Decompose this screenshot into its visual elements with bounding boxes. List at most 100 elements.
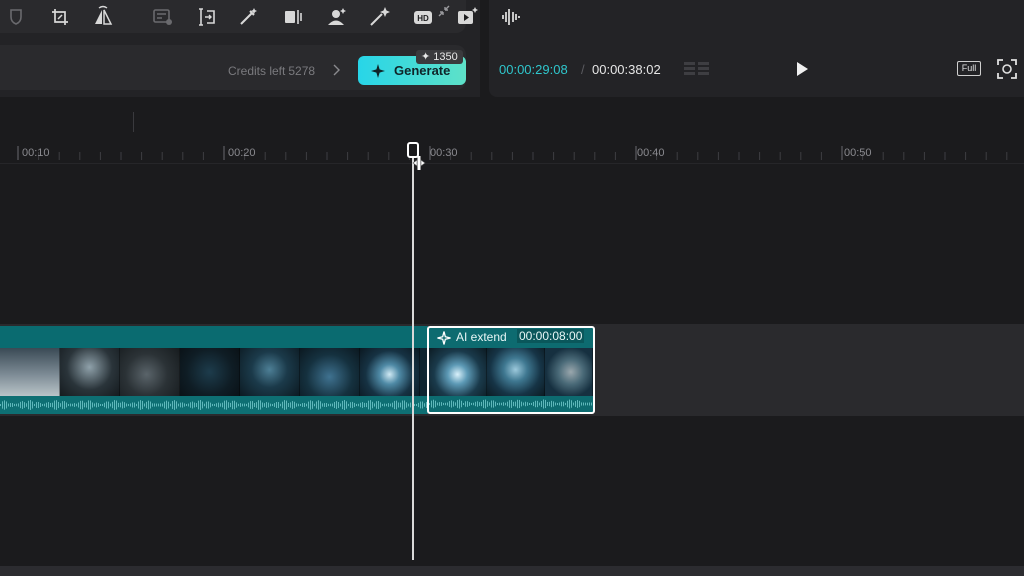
waveform-bar — [178, 403, 179, 407]
crop-icon[interactable] — [48, 5, 72, 29]
waveform-bar — [150, 401, 151, 409]
ai-extend-clip[interactable]: AI extend 00:00:08:00 — [427, 326, 595, 414]
waveform-bar — [422, 401, 423, 409]
video-clip[interactable] — [0, 326, 428, 414]
waveform-bar — [22, 401, 23, 409]
waveform-bar — [551, 400, 552, 408]
waveform-bar — [30, 400, 31, 410]
time-separator: / — [581, 62, 585, 77]
waveform-bar — [40, 403, 41, 407]
waveform-bar — [92, 402, 93, 408]
split-icon[interactable] — [195, 5, 219, 29]
waveform-bar — [356, 403, 357, 407]
waveform-bar — [310, 400, 311, 410]
horizontal-scrollbar[interactable] — [0, 566, 1024, 576]
waveform-bar — [581, 402, 582, 406]
text-replace-icon[interactable] — [151, 5, 175, 29]
waveform-bar — [531, 402, 532, 406]
waveform-bar — [445, 402, 446, 406]
waveform-bar — [258, 400, 259, 410]
fullscreen-icon[interactable] — [996, 58, 1018, 80]
waveform-bar — [298, 403, 299, 407]
clip-header: AI extend 00:00:08:00 — [429, 328, 593, 348]
waveform-bar — [583, 402, 584, 406]
waveform-bar — [541, 401, 542, 407]
waveform-bar — [330, 403, 331, 407]
waveform-bar — [104, 402, 105, 408]
waveform-bar — [308, 401, 309, 409]
playhead-line[interactable] — [412, 150, 414, 560]
waveform-bar — [553, 401, 554, 407]
waveform-bar — [304, 402, 305, 408]
magic-wand-icon[interactable] — [236, 5, 260, 29]
generate-label: Generate — [394, 63, 451, 78]
thumbnail — [180, 348, 240, 396]
waveform-bar — [388, 403, 389, 407]
audio-split-icon[interactable] — [499, 5, 523, 29]
enhance-icon[interactable] — [367, 5, 391, 29]
waveform-bar — [272, 403, 273, 407]
thumbnail — [360, 348, 420, 396]
waveform-bar — [523, 402, 524, 406]
waveform-bar — [509, 400, 510, 408]
waveform-bar — [106, 401, 107, 409]
waveform-bar — [136, 403, 137, 407]
remove-background-icon[interactable] — [324, 5, 348, 29]
waveform-bar — [68, 403, 69, 407]
freeze-frame-icon[interactable] — [281, 5, 305, 29]
waveform-bar — [168, 401, 169, 409]
thumbnail — [545, 348, 593, 396]
waveform-bar — [300, 403, 301, 407]
waveform-icon[interactable] — [684, 60, 710, 78]
waveform-bar — [290, 402, 291, 408]
waveform-bar — [14, 403, 15, 407]
waveform-bar — [230, 402, 231, 408]
waveform-bar — [495, 401, 496, 407]
waveform-bar — [228, 402, 229, 408]
waveform-bar — [433, 399, 434, 409]
full-button[interactable]: Full — [957, 61, 981, 76]
waveform-bar — [517, 399, 518, 409]
mirror-icon[interactable] — [91, 5, 115, 29]
waveform-bar — [86, 402, 87, 408]
waveform-bar — [449, 401, 450, 407]
waveform-bar — [587, 402, 588, 406]
chevron-right-icon[interactable] — [331, 63, 341, 77]
waveform-bar — [286, 400, 287, 410]
waveform-bar — [266, 402, 267, 408]
play-icon[interactable] — [794, 61, 810, 77]
waveform-bar — [160, 403, 161, 407]
waveform-bar — [402, 400, 403, 410]
video-effect-icon[interactable] — [455, 5, 479, 29]
waveform-bar — [252, 401, 253, 409]
audio-waveform — [429, 399, 592, 409]
waveform-bar — [140, 400, 141, 410]
waveform-bar — [260, 400, 261, 410]
hd-icon[interactable]: HD — [411, 5, 435, 29]
waveform-bar — [384, 403, 385, 407]
waveform-bar — [100, 403, 101, 407]
waveform-bar — [451, 400, 452, 408]
waveform-bar — [334, 401, 335, 409]
waveform-bar — [216, 403, 217, 407]
shield-icon[interactable] — [4, 5, 28, 29]
waveform-bar — [162, 403, 163, 407]
svg-text:HD: HD — [417, 14, 429, 23]
waveform-bar — [186, 403, 187, 407]
waveform-bar — [222, 402, 223, 408]
clip-thumbnails — [429, 348, 593, 396]
collapse-icon[interactable] — [436, 3, 452, 19]
waveform-bar — [44, 403, 45, 407]
waveform-bar — [557, 402, 558, 406]
waveform-bar — [50, 403, 51, 407]
waveform-bar — [166, 400, 167, 410]
waveform-bar — [46, 402, 47, 408]
waveform-bar — [453, 401, 454, 407]
waveform-bar — [378, 401, 379, 409]
waveform-bar — [244, 403, 245, 407]
waveform-bar — [116, 400, 117, 410]
waveform-bar — [513, 401, 514, 407]
waveform-bar — [529, 402, 530, 406]
waveform-bar — [360, 402, 361, 408]
waveform-bar — [288, 403, 289, 407]
